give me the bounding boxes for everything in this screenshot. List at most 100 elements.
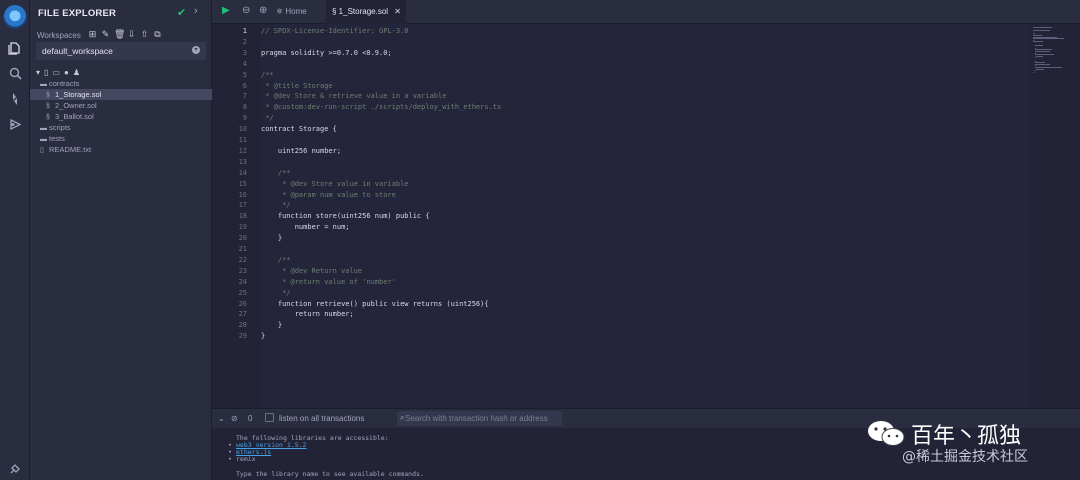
file-icon: ▯ [40, 147, 44, 154]
tree-item-label: 3_Ballot.sol [55, 112, 94, 121]
line-number: 6 [242, 81, 247, 90]
collapse-terminal-icon[interactable]: ⌄ [218, 414, 225, 423]
zoom-out-icon[interactable]: ⊖ [242, 5, 250, 16]
watermark-sub: @稀土掘金技术社区 [902, 449, 1028, 465]
line-number: 21 [238, 245, 247, 253]
remix-logo-icon[interactable] [3, 5, 27, 29]
file-explorer-icon[interactable] [5, 38, 25, 58]
line-number: 26 [238, 299, 247, 308]
github-icon[interactable]: ● [64, 68, 69, 77]
tree-item-label: scripts [49, 123, 71, 132]
line-number: 2 [242, 37, 247, 46]
delete-workspace-icon[interactable]: 🗑 [114, 29, 125, 40]
solidity-compiler-icon[interactable] [5, 89, 25, 109]
new-file-icon[interactable]: ▯ [44, 68, 48, 77]
listen-label: listen on all transactions [279, 414, 365, 423]
download-workspace-icon[interactable]: ⇩ [127, 29, 136, 40]
line-number: 25 [238, 288, 247, 297]
new-folder-icon[interactable]: ▭ [52, 68, 60, 77]
line-number: 29 [238, 332, 247, 341]
chevron-right-icon[interactable]: › [194, 5, 198, 17]
line-number: 3 [242, 48, 247, 57]
line-number-gutter: 1 2 3 4 5 6 7 8 9 10 11 12 13 14 15 16 17 18 19 20 21 22 23 24 2… [212, 24, 261, 408]
code-line: * @return value of 'number' [261, 277, 396, 286]
check-icon[interactable]: ✔ [177, 6, 186, 19]
workspace-select[interactable]: default_workspace ▾ [36, 42, 206, 60]
icon-rail [0, 0, 30, 480]
rename-workspace-icon[interactable]: ✎ [101, 29, 110, 40]
line-number: 11 [238, 136, 247, 144]
add-workspace-icon[interactable]: ⊞ [88, 29, 97, 40]
panel-title: FILE EXPLORER [38, 8, 117, 19]
zoom-in-icon[interactable]: ⊕ [259, 5, 267, 16]
tab-file-label: 1_Storage.sol [338, 7, 389, 16]
minimap[interactable] [1029, 24, 1080, 408]
tab-home-label: Home [285, 7, 307, 16]
code-line: /** [261, 70, 274, 79]
chevron-down-icon: ▾ [192, 46, 200, 54]
transaction-search-input[interactable]: ⌕ Search with transaction hash or addres… [397, 411, 562, 426]
line-number: 4 [242, 59, 247, 68]
settings-plug-icon[interactable] [5, 459, 25, 479]
workspaces-label: Workspaces [37, 31, 81, 40]
wechat-icon [868, 421, 905, 446]
line-number: 7 [242, 92, 247, 101]
code-line: // SPDX-License-Identifier: GPL-3.0 [261, 27, 409, 35]
lib-remix: remix [236, 455, 256, 463]
code-line: } [261, 234, 283, 243]
minimap-line [1035, 51, 1050, 52]
minimap-line [1036, 68, 1044, 70]
code-editor[interactable]: 1 2 3 4 5 6 7 8 9 10 11 12 13 14 15 16 17 18 19 20 21 22 23 24 2… [212, 24, 1029, 408]
code-line: * @custom:dev-run-script ./scripts/deplo… [261, 103, 502, 112]
clone-workspace-icon[interactable]: ⧉ [153, 29, 162, 40]
line-number: 19 [238, 223, 247, 232]
search-icon: ⌕ [400, 413, 405, 422]
search-icon[interactable] [5, 63, 25, 83]
code-line: return number; [261, 310, 354, 319]
minimap-line [1033, 27, 1053, 28]
watermark: 百年丶孤独 @稀土掘金技术社区 [862, 416, 1072, 466]
upload-workspace-icon[interactable]: ⇧ [140, 29, 149, 40]
line-number: 8 [242, 103, 247, 112]
minimap-line [1033, 71, 1034, 73]
listen-checkbox[interactable] [265, 413, 274, 422]
minimap-line [1034, 57, 1036, 59]
tree-folder[interactable]: ▬ contracts [30, 78, 212, 89]
tab-1-storage[interactable]: § 1_Storage.sol ✕ [326, 0, 406, 24]
solidity-file-icon: § [332, 7, 339, 16]
tree-file[interactable]: § 1_Storage.sol [30, 89, 212, 100]
tree-file[interactable]: ▯ README.txt [30, 144, 212, 155]
tab-home[interactable]: ⚛ Home [276, 0, 324, 24]
code-line: * @dev Store & retrieve value in a varia… [261, 92, 447, 101]
clear-console-icon[interactable]: ⊘ [231, 414, 238, 423]
file-explorer-panel: FILE EXPLORER ✔ › Workspaces ⊞ ✎ 🗑 ⇩ ⇧ ⧉… [30, 0, 212, 480]
run-icon[interactable]: ▶ [222, 5, 230, 16]
workspace-actions: ⊞ ✎ 🗑 ⇩ ⇧ ⧉ [88, 29, 162, 40]
close-icon[interactable]: ✕ [394, 7, 401, 16]
search-placeholder: Search with transaction hash or address [405, 414, 548, 423]
tree-file[interactable]: § 3_Ballot.sol [30, 111, 212, 122]
minimap-line [1034, 44, 1043, 46]
line-number: 18 [238, 212, 247, 221]
tree-folder[interactable]: ▬ tests [30, 133, 212, 144]
code-line: contract Storage { [261, 125, 337, 134]
code-line: * @title Storage [261, 81, 333, 90]
pending-count: 0 [248, 414, 253, 423]
remix-ide-window: FILE EXPLORER ✔ › Workspaces ⊞ ✎ 🗑 ⇩ ⇧ ⧉… [0, 0, 1080, 480]
code-line: function retrieve() public view returns … [261, 299, 489, 308]
minimap-line [1035, 63, 1050, 65]
tree-file[interactable]: § 2_Owner.sol [30, 100, 212, 111]
line-number: 9 [242, 114, 247, 123]
minimap-line [1034, 70, 1036, 72]
line-number: 22 [238, 255, 247, 264]
tree-item-label: 1_Storage.sol [55, 90, 102, 99]
caret-down-icon[interactable]: ▾ [36, 68, 40, 77]
deploy-run-icon[interactable] [5, 114, 25, 134]
code-area[interactable]: // SPDX-License-Identifier: GPL-3.0 pragm… [261, 24, 1029, 408]
code-line: * @dev Return value [261, 266, 363, 275]
tree-folder[interactable]: ▬ scripts [30, 122, 212, 133]
minimap-line [1033, 30, 1051, 32]
code-line: uint256 number; [261, 146, 342, 155]
code-line: */ [261, 201, 291, 210]
user-icon[interactable]: ♟ [73, 68, 80, 77]
